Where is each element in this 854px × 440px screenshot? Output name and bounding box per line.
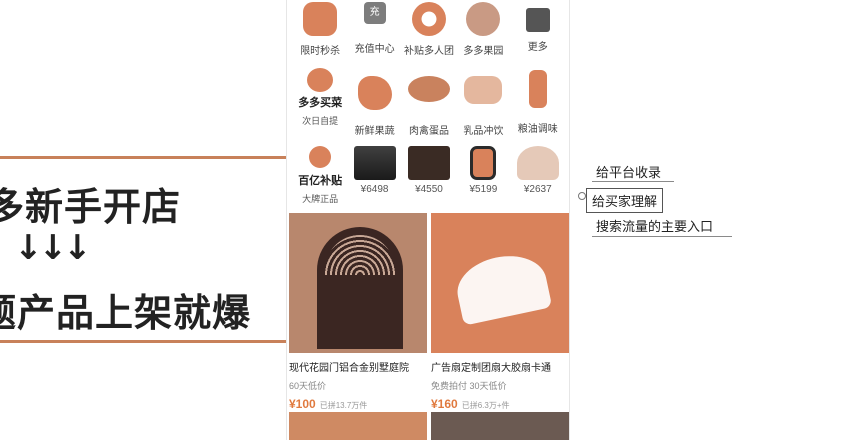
fan-image [451,248,553,326]
product-price: ¥100 [289,397,316,411]
promo-subtitle: 次日自提 [302,116,339,126]
subsidy-price: ¥2637 [523,184,552,195]
grocery-row: 多多买菜 次日自提 新鲜果蔬 肉禽蛋品 乳品冲饮 粮油调味 [287,68,569,137]
category-oil[interactable]: 粮油调味 [512,68,564,137]
mindmap-node-selected[interactable]: 给买家理解 [586,188,664,213]
next-row-preview [287,412,569,440]
product-card[interactable]: 现代花园门铝合金别墅庭院 60天低价 ¥100 已拼13.7万件 [289,213,427,411]
product-card-partial[interactable] [289,412,427,440]
computer-icon [407,146,450,180]
fruit-icon [357,76,392,110]
entry-group-buy[interactable]: 补贴多人团 [403,0,455,57]
product-card-partial[interactable] [431,412,569,440]
charge-icon: 充 [363,2,386,24]
mindmap-connector-icon [578,192,586,200]
mindmap-node[interactable]: 给平台收录 [596,162,661,181]
alarm-clock-icon [303,2,338,36]
product-image [431,213,569,353]
entry-more[interactable]: 更多 [512,0,564,57]
sold-count: 已拼13.7万件 [319,401,368,410]
node-underline [592,236,732,237]
category-label: 粮油调味 [517,124,558,135]
category-meat[interactable]: 肉禽蛋品 [403,68,455,137]
subsidy-promo[interactable]: 百亿补贴 大牌正品 [294,146,346,205]
product-title: 广告扇定制团扇大胶扇卡通 [431,363,551,374]
price-row: ¥100 已拼13.7万件 [289,397,427,411]
subsidy-price: ¥5199 [469,184,498,195]
mind-map: 给平台收录 给买家理解 搜索流量的主要入口 [578,150,818,250]
product-tag: 免费拍付 30天低价 [431,381,507,391]
entry-recharge[interactable]: 充 充值中心 [349,0,401,57]
promo-title: 百亿补贴 [298,175,343,187]
watch-icon [470,146,497,180]
entry-label: 更多 [527,42,548,53]
meat-icon [407,76,450,102]
slide-headline: 多新手开店 [0,185,182,229]
category-label: 乳品冲饮 [463,126,504,137]
product-tag: 60天低价 [289,381,327,391]
promo-subtitle: 大牌正品 [302,194,339,204]
garden-gate-image [317,227,403,349]
slide-text-panel: 多新手开店 ↓↓↓ 题产品上架就爆 [0,0,290,440]
scooter-icon [516,146,559,180]
shopping-app-screen: 限时秒杀 充 充值中心 补贴多人团 多多果园 更多 多多买菜 次日自提 新鲜果蔬 [286,0,570,440]
subsidy-item[interactable]: ¥2637 [512,146,564,205]
promo-title: 多多买菜 [298,97,343,109]
product-price: ¥160 [431,397,458,411]
product-feed: 现代花园门铝合金别墅庭院 60天低价 ¥100 已拼13.7万件 广告扇定制团扇… [287,213,569,411]
product-card[interactable]: 广告扇定制团扇大胶扇卡通 免费拍付 30天低价 ¥160 已拼6.3万+件 [431,213,569,411]
node-underline [592,181,674,182]
product-image [289,213,427,353]
orchard-icon [466,2,501,36]
divider-top [0,156,290,159]
divider-bottom [0,340,290,343]
more-icon [525,8,550,32]
dairy-icon [464,76,503,104]
product-title: 现代花园门铝合金别墅庭院 [289,363,409,374]
subsidy-item[interactable]: ¥4550 [403,146,455,205]
tv-icon [353,146,396,180]
subsidy-item[interactable]: ¥6498 [349,146,401,205]
entry-flash-sale[interactable]: 限时秒杀 [294,0,346,57]
entry-label: 补贴多人团 [403,46,454,57]
mindmap-node[interactable]: 搜索流量的主要入口 [596,216,713,235]
down-arrows: ↓↓↓ [14,228,91,268]
category-label: 肉禽蛋品 [408,126,449,137]
sold-count: 已拼6.3万+件 [461,401,510,410]
quick-entry-row: 限时秒杀 充 充值中心 补贴多人团 多多果园 更多 [287,0,569,57]
grocery-promo[interactable]: 多多买菜 次日自提 [294,68,346,137]
category-label: 新鲜果蔬 [354,126,395,137]
entry-label: 多多果园 [463,46,504,57]
price-row: ¥160 已拼6.3万+件 [431,397,569,411]
subsidy-price: ¥6498 [360,184,389,195]
slide-subheadline: 题产品上架就爆 [0,291,252,335]
oil-icon [528,70,547,108]
subsidy-badge-icon [309,146,332,168]
group-icon [411,2,446,36]
subsidy-item[interactable]: ¥5199 [457,146,509,205]
entry-label: 限时秒杀 [300,46,341,57]
entry-label: 充值中心 [354,44,395,55]
subsidy-row: 百亿补贴 大牌正品 ¥6498 ¥4550 ¥5199 ¥2637 [287,146,569,205]
category-fruit[interactable]: 新鲜果蔬 [349,68,401,137]
subsidy-price: ¥4550 [415,184,443,195]
peach-icon [307,68,334,92]
entry-orchard[interactable]: 多多果园 [457,0,509,57]
category-dairy[interactable]: 乳品冲饮 [457,68,509,137]
